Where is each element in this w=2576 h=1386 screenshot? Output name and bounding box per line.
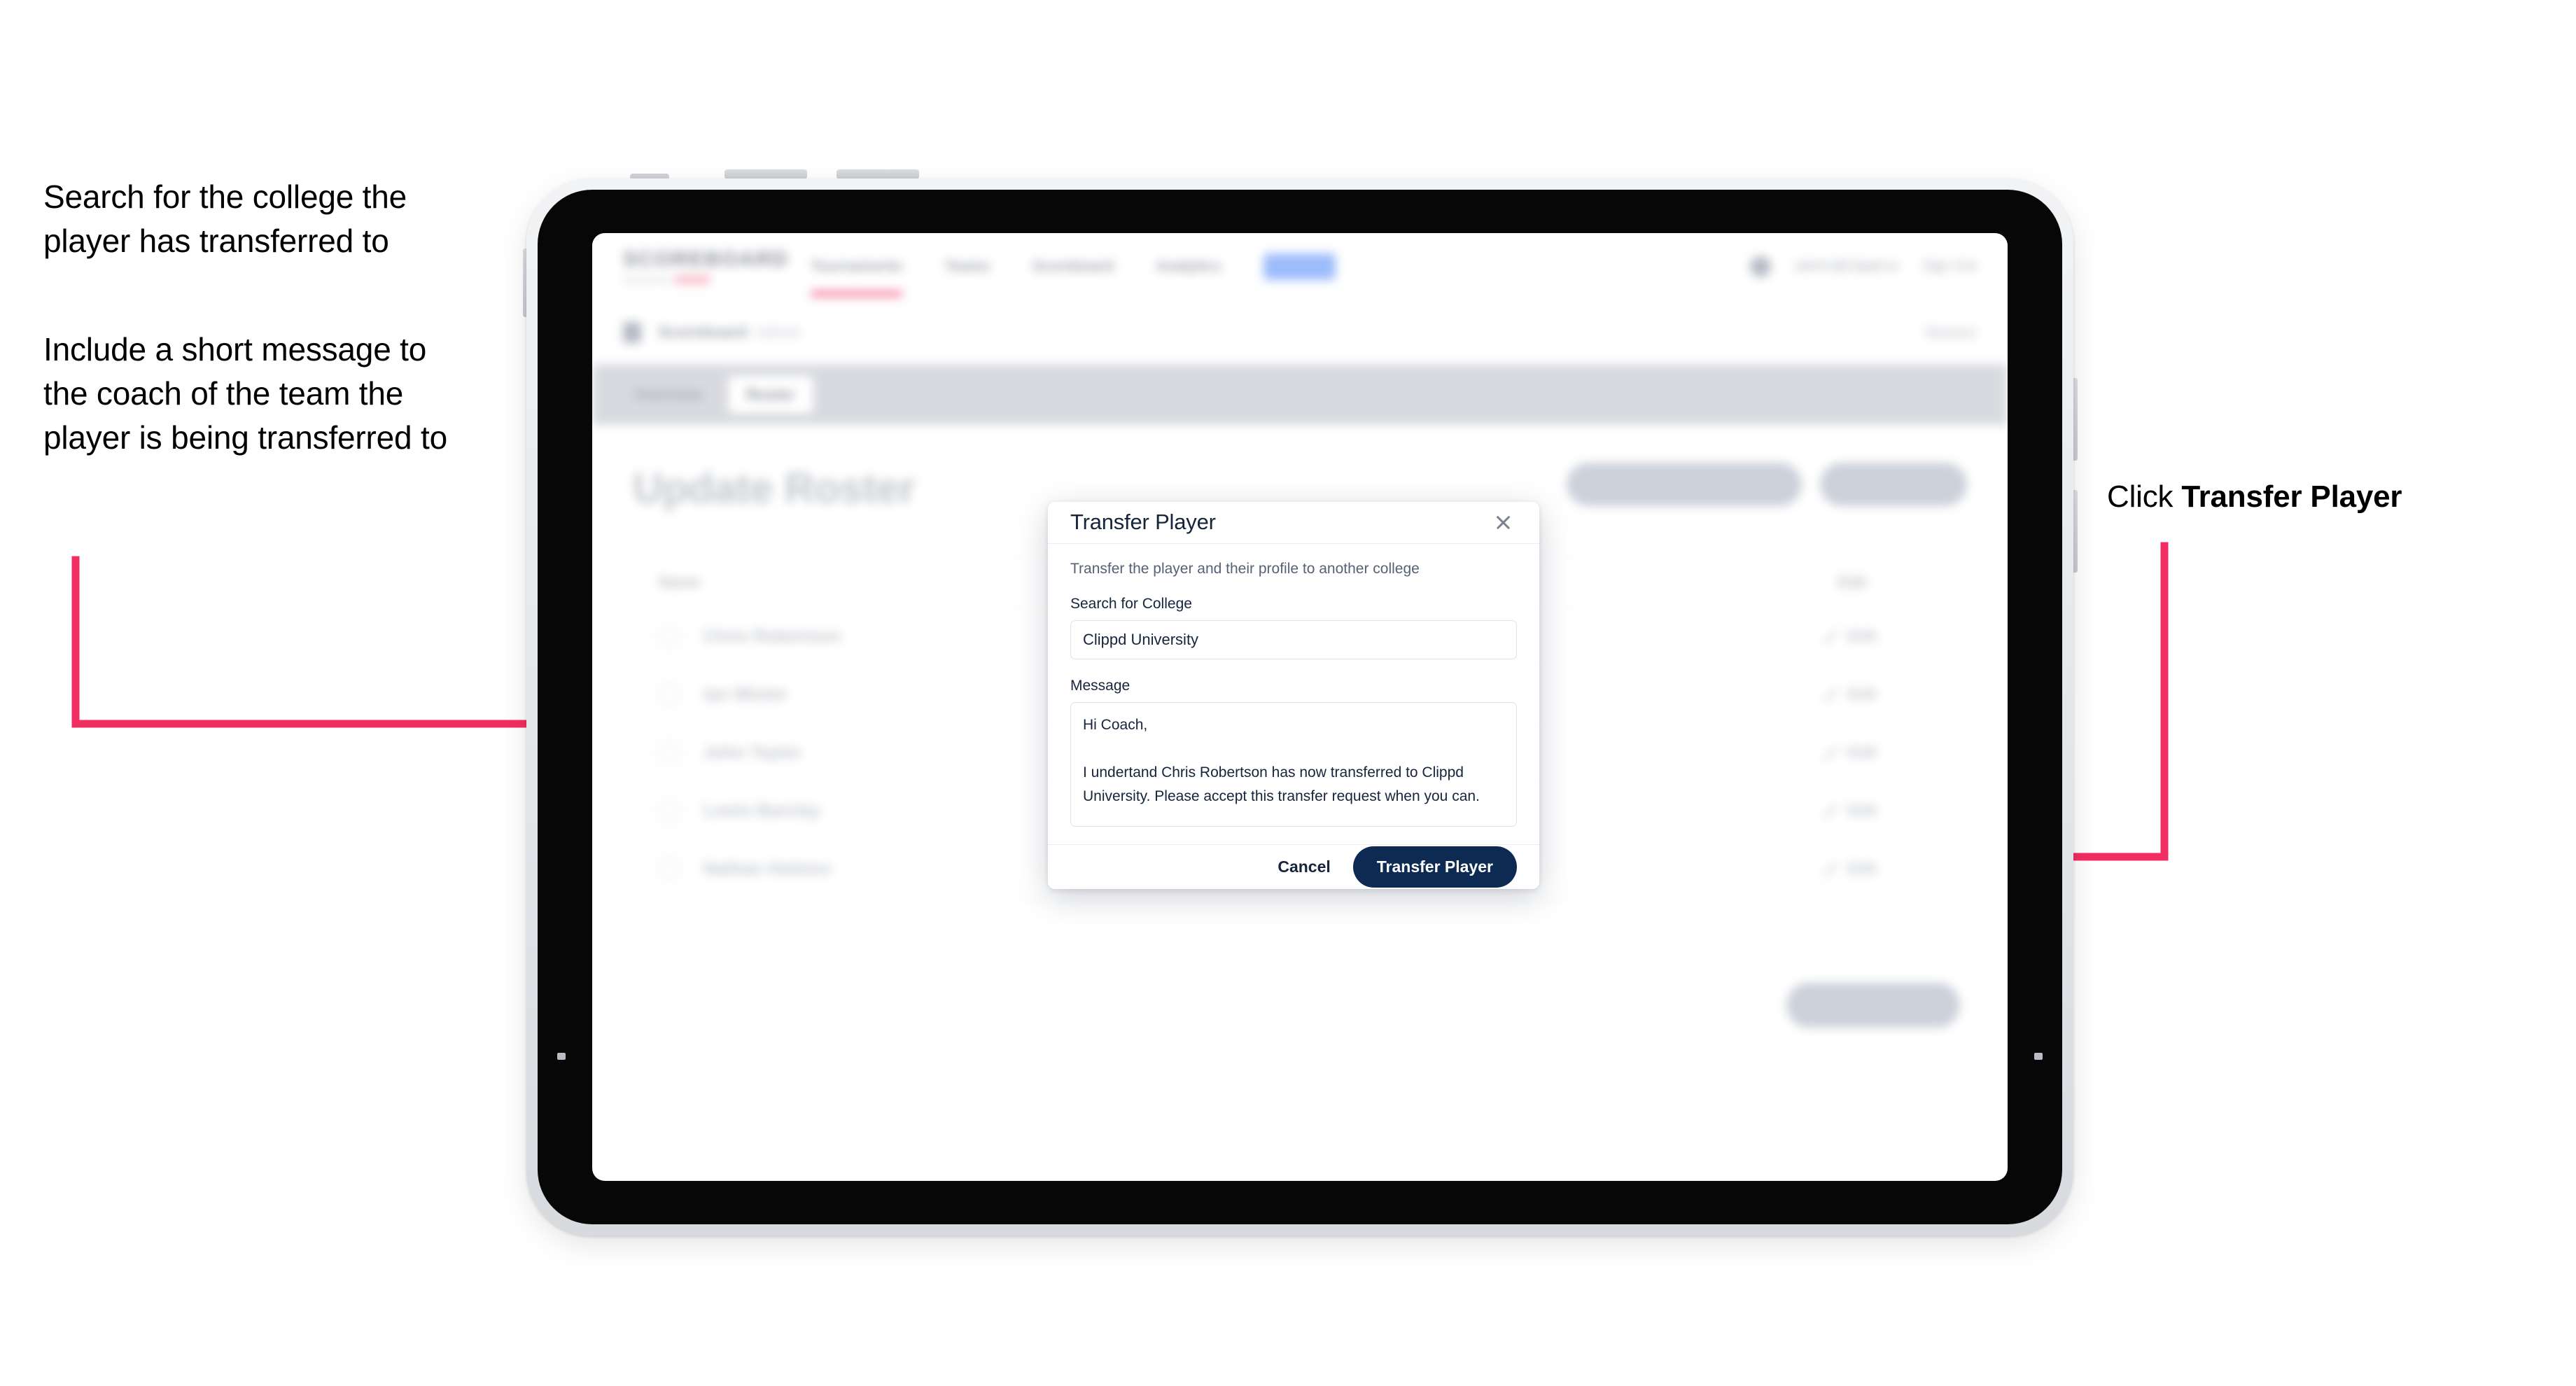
row-checkbox[interactable] <box>659 626 680 647</box>
row-checkbox[interactable] <box>659 684 680 705</box>
row-edit-action[interactable]: Edit <box>1822 802 1941 820</box>
edit-label: Edit <box>1847 685 1877 703</box>
transfer-player-submit-button[interactable]: Transfer Player <box>1352 846 1517 888</box>
player-name: Chris Robertson <box>704 626 841 646</box>
dialog-header: Transfer Player <box>1048 502 1539 544</box>
tab-roster[interactable]: Roster <box>727 376 813 414</box>
avatar[interactable] <box>1750 255 1772 277</box>
nav-item-tournaments[interactable]: Tournaments <box>811 258 903 296</box>
row-checkbox[interactable] <box>659 742 680 763</box>
dialog-body: Transfer the player and their profile to… <box>1048 544 1539 844</box>
nav-item-admin[interactable]: Admin <box>1263 253 1336 280</box>
logo-subtext: powered by <box>623 274 770 285</box>
save-roster-changes-button[interactable] <box>1786 983 1960 1028</box>
pencil-icon <box>1822 803 1838 818</box>
request-player-transfer-button[interactable] <box>1567 463 1802 506</box>
annotation-click-prefix: Click <box>2107 479 2182 514</box>
device-volume-down-button[interactable] <box>836 169 919 179</box>
edit-label: Edit <box>1847 860 1877 877</box>
player-name: John Taylor <box>704 742 802 762</box>
logo-sub-label: powered by <box>623 274 671 285</box>
logo-brand-mark <box>674 276 711 284</box>
dialog-title: Transfer Player <box>1070 510 1216 535</box>
app-header: SCOREBOARD powered by Tournaments Teams … <box>592 233 2008 300</box>
annotation-include-message: Include a short message to the coach of … <box>43 331 447 456</box>
sign-out-link[interactable]: Sign Out <box>1922 258 1977 274</box>
row-checkbox[interactable] <box>659 858 680 879</box>
logo-text: SCOREBOARD <box>623 248 789 271</box>
main-nav: Tournaments Teams Scoreboard Analytics A… <box>811 253 1336 296</box>
screenshot-canvas: Search for the college the player has tr… <box>0 0 2576 1386</box>
nav-item-teams[interactable]: Teams <box>944 258 990 275</box>
column-header-name: Name <box>659 573 701 591</box>
nav-item-analytics[interactable]: Analytics <box>1156 258 1221 275</box>
message-field-label: Message <box>1070 677 1130 694</box>
player-name: Ian Winter <box>704 684 788 704</box>
app-subheader: Scoreboard Admin Season <box>592 300 2008 365</box>
user-email: admin@clippd.io <box>1795 258 1899 274</box>
player-name: Lewis Barclay <box>704 800 820 820</box>
transfer-player-dialog: Transfer Player Transfer the player and … <box>1048 502 1539 889</box>
add-player-button[interactable] <box>1820 463 1967 506</box>
dialog-footer: Cancel Transfer Player <box>1048 844 1539 889</box>
app-tabs: Overview Roster <box>592 365 2008 425</box>
row-edit-action[interactable]: Edit <box>1822 627 1941 645</box>
row-edit-action[interactable]: Edit <box>1822 860 1941 878</box>
edit-label: Edit <box>1847 627 1877 645</box>
column-header-action: Edit <box>1837 573 1867 591</box>
subheader-primary: Scoreboard <box>658 323 748 341</box>
close-icon[interactable] <box>1489 508 1517 536</box>
edit-label: Edit <box>1847 802 1877 819</box>
search-college-input[interactable] <box>1070 620 1517 659</box>
row-edit-action[interactable]: Edit <box>1822 743 1941 762</box>
annotation-click-bold: Transfer Player <box>2181 479 2402 514</box>
edit-label: Edit <box>1847 743 1877 761</box>
subheader-secondary: Admin <box>755 323 802 341</box>
pencil-icon <box>1822 629 1838 644</box>
pencil-icon <box>1822 861 1838 876</box>
college-field-label: Search for College <box>1070 595 1192 612</box>
player-name: Nathan Holmes <box>704 858 831 878</box>
scoreboard-icon <box>623 321 641 343</box>
nav-item-scoreboard[interactable]: Scoreboard <box>1032 258 1114 275</box>
header-right: admin@clippd.io Sign Out <box>1750 255 1977 277</box>
row-checkbox[interactable] <box>659 800 680 821</box>
app-logo[interactable]: SCOREBOARD powered by <box>623 248 789 285</box>
pencil-icon <box>1822 687 1838 702</box>
tab-overview[interactable]: Overview <box>616 376 721 414</box>
pencil-icon <box>1822 745 1838 760</box>
annotation-click-transfer: Click Transfer Player <box>2107 476 2555 518</box>
page-actions <box>1567 463 1967 506</box>
annotation-search-college: Search for the college the player has tr… <box>43 178 407 260</box>
save-row <box>633 983 1967 1028</box>
row-edit-action[interactable]: Edit <box>1822 685 1941 704</box>
message-textarea[interactable]: Hi Coach, I undertand Chris Robertson ha… <box>1070 701 1517 827</box>
dialog-description: Transfer the player and their profile to… <box>1070 560 1420 577</box>
subheader-right[interactable]: Season <box>1924 323 1977 342</box>
device-volume-up-button[interactable] <box>724 169 807 179</box>
cancel-button[interactable]: Cancel <box>1273 850 1334 883</box>
